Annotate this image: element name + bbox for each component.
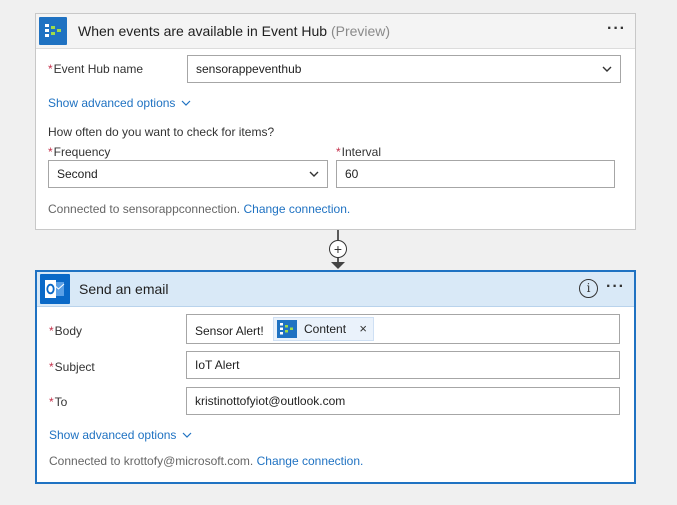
- outlook-icon: [40, 274, 70, 304]
- content-token-label: Content: [304, 322, 347, 336]
- show-advanced-options-link[interactable]: Show advanced options: [49, 428, 192, 442]
- required-marker: *: [49, 395, 54, 409]
- to-label: *To: [49, 395, 67, 409]
- frequency-label: *Frequency: [48, 145, 110, 159]
- subject-label-text: Subject: [54, 360, 95, 374]
- show-advanced-label: Show advanced options: [48, 96, 176, 110]
- more-icon[interactable]: ···: [606, 279, 624, 295]
- body-input[interactable]: Sensor Alert! Content ×: [186, 314, 620, 344]
- event-hub-icon: [39, 17, 67, 45]
- preview-tag: (Preview): [330, 23, 391, 39]
- show-advanced-label: Show advanced options: [49, 428, 177, 442]
- event-hub-trigger-card: When events are available in Event Hub (…: [35, 13, 636, 230]
- frequency-value: Second: [57, 167, 98, 181]
- chevron-down-icon: [309, 171, 319, 177]
- send-email-action-card: Send an email i ··· *Body Sensor Alert! …: [35, 270, 636, 484]
- trigger-connected-text: Connected to sensorappconnection.: [48, 202, 241, 216]
- check-frequency-question: How often do you want to check for items…: [48, 125, 275, 139]
- required-marker: *: [48, 62, 53, 76]
- body-label: *Body: [49, 324, 82, 338]
- add-step-icon[interactable]: +: [329, 240, 347, 258]
- trigger-title-text: When events are available in Event Hub: [78, 23, 328, 39]
- change-connection-link[interactable]: Change connection.: [243, 202, 350, 216]
- interval-label: *Interval: [336, 145, 381, 159]
- required-marker: *: [48, 145, 53, 159]
- event-hub-name-select[interactable]: sensorappeventhub: [187, 55, 621, 83]
- content-token[interactable]: Content ×: [273, 317, 374, 341]
- subject-input[interactable]: IoT Alert: [186, 351, 620, 379]
- chevron-down-icon: [602, 66, 612, 72]
- connector-line-top: [337, 230, 339, 240]
- info-icon[interactable]: i: [579, 279, 598, 298]
- body-label-text: Body: [54, 324, 83, 338]
- action-connection-info: Connected to krottofy@microsoft.com. Cha…: [49, 454, 363, 468]
- required-marker: *: [336, 145, 341, 159]
- body-text: Sensor Alert!: [195, 324, 264, 338]
- action-connected-text: Connected to krottofy@microsoft.com.: [49, 454, 254, 468]
- event-hub-name-label: *Event Hub name: [48, 62, 143, 76]
- trigger-card-header[interactable]: When events are available in Event Hub (…: [36, 14, 635, 49]
- trigger-title: When events are available in Event Hub (…: [78, 23, 390, 39]
- action-title: Send an email: [79, 281, 169, 297]
- more-icon[interactable]: ···: [607, 21, 625, 37]
- required-marker: *: [49, 324, 54, 338]
- frequency-label-text: Frequency: [53, 145, 111, 159]
- to-label-text: To: [54, 395, 68, 409]
- required-marker: *: [49, 360, 54, 374]
- show-advanced-options-link[interactable]: Show advanced options: [48, 96, 191, 110]
- interval-label-text: Interval: [341, 145, 382, 159]
- action-card-header[interactable]: Send an email i ···: [37, 272, 634, 307]
- event-hub-name-label-text: Event Hub name: [53, 62, 144, 76]
- frequency-select[interactable]: Second: [48, 160, 328, 188]
- subject-label: *Subject: [49, 360, 95, 374]
- chevron-down-icon: [182, 432, 192, 438]
- subject-value: IoT Alert: [195, 358, 240, 372]
- event-hub-icon: [277, 320, 297, 338]
- to-value: kristinottofyiot@outlook.com: [195, 394, 346, 408]
- trigger-connection-info: Connected to sensorappconnection. Change…: [48, 202, 350, 216]
- change-connection-link[interactable]: Change connection.: [257, 454, 364, 468]
- event-hub-name-value: sensorappeventhub: [196, 62, 302, 76]
- to-input[interactable]: kristinottofyiot@outlook.com: [186, 387, 620, 415]
- interval-value: 60: [345, 167, 359, 181]
- arrow-down-icon: [331, 262, 345, 269]
- chevron-down-icon: [181, 100, 191, 106]
- interval-input[interactable]: 60: [336, 160, 615, 188]
- remove-token-icon[interactable]: ×: [359, 321, 367, 336]
